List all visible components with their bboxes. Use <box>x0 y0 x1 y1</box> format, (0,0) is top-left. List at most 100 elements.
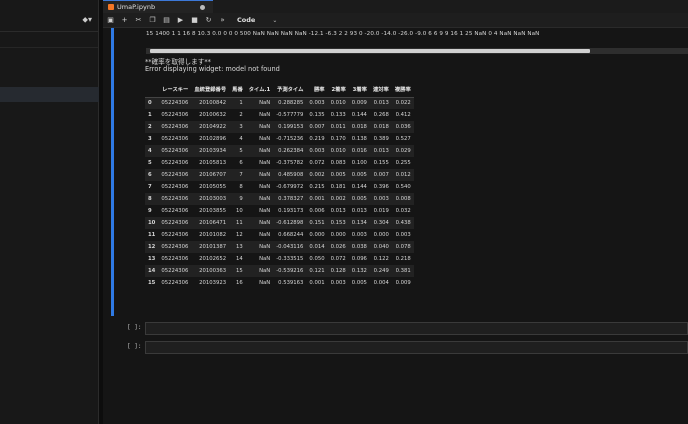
row-index: 12 <box>148 244 156 250</box>
cell-type-select[interactable]: Code <box>237 16 255 24</box>
table-cell: 20106707 <box>199 172 227 178</box>
table-cell: 0.144 <box>351 184 367 190</box>
table-cell: 20103934 <box>199 148 227 154</box>
column-header: 3着率 <box>348 81 370 98</box>
code-input[interactable] <box>145 322 688 335</box>
table-cell: 0.006 <box>309 208 325 214</box>
table-cell: 0.038 <box>351 244 367 250</box>
table-cell: 15 <box>236 268 243 274</box>
table-cell: 20102652 <box>199 256 227 262</box>
table-cell: -0.333515 <box>276 256 304 262</box>
row-index: 5 <box>148 160 152 166</box>
save-icon[interactable]: ▣ <box>107 16 114 24</box>
table-cell: 0.018 <box>373 124 389 130</box>
table-cell: NaN <box>259 280 271 286</box>
horizontal-scrollbar[interactable] <box>146 48 688 54</box>
table-cell: 05224306 <box>161 196 189 202</box>
table-header-row: レースキー 血統登録番号 馬番 タイム.1 予測タイム 勝率 2着率 3着率 連対率 複勝率 <box>145 81 414 98</box>
side-panel-selected-row[interactable] <box>0 87 99 102</box>
table-cell: 0.288285 <box>278 100 304 107</box>
tag-icon[interactable]: ⬥▾ <box>82 15 92 25</box>
restart-icon[interactable]: ↻ <box>205 16 212 24</box>
table-cell: -0.715236 <box>276 136 304 142</box>
table-cell: 0.396 <box>373 184 389 190</box>
table-cell: 14 <box>236 256 243 262</box>
table-cell: 5 <box>239 148 243 154</box>
paste-icon[interactable]: ▤ <box>163 16 170 24</box>
table-cell: NaN <box>259 172 271 178</box>
table-cell: 0.255 <box>395 160 411 166</box>
table-cell: 0.009 <box>395 280 411 286</box>
unsaved-dot-icon[interactable] <box>200 5 205 10</box>
table-cell: 0.181 <box>330 184 346 190</box>
table-cell: 2 <box>239 112 243 118</box>
table-cell: 05224306 <box>161 136 189 142</box>
table-cell: 0.013 <box>351 208 367 214</box>
table-cell: 0.218 <box>395 256 411 262</box>
table-cell: 0.096 <box>351 256 367 262</box>
table-cell: 0.540 <box>395 184 411 190</box>
table-cell: 0.135 <box>309 112 325 118</box>
table-cell: 05224306 <box>161 172 189 178</box>
fast-forward-icon[interactable]: » <box>219 16 226 24</box>
table-cell: 05224306 <box>161 244 189 250</box>
table-cell: -0.612898 <box>276 220 304 226</box>
table-cell: 0.133 <box>330 112 346 118</box>
empty-code-cell[interactable]: [ ]: <box>121 322 688 335</box>
table-cell: 05224306 <box>161 100 189 107</box>
run-icon[interactable]: ▶ <box>177 16 184 24</box>
table-cell: 0.003 <box>351 232 367 238</box>
stop-icon[interactable]: ■ <box>191 16 198 24</box>
table-cell: 0.083 <box>330 160 346 166</box>
add-icon[interactable]: + <box>121 16 128 24</box>
table-cell: 8 <box>239 184 243 190</box>
table-cell: 0.009 <box>351 100 367 107</box>
table-cell: 0.026 <box>330 244 346 250</box>
table-cell: -0.577779 <box>276 112 304 118</box>
dataframe-table: レースキー 血統登録番号 馬番 タイム.1 予測タイム 勝率 2着率 3着率 連対率 複勝率 0 0… <box>145 81 414 289</box>
table-cell: 0.013 <box>373 100 389 107</box>
table-cell: 0.219 <box>309 136 325 142</box>
table-cell: 0.199153 <box>278 124 304 130</box>
table-cell: 05224306 <box>161 112 189 118</box>
table-cell: 0.029 <box>395 148 411 154</box>
table-cell: 0.000 <box>309 232 325 238</box>
table-cell: 0.485908 <box>278 172 304 178</box>
notebook-editor: UmaP.ipynb ▣ + ✂ ❐ ▤ ▶ ■ ↻ » Code ⌄ 15 1… <box>103 0 688 424</box>
column-header: 予測タイム <box>273 81 307 98</box>
notebook-icon <box>108 4 114 10</box>
table-cell: NaN <box>259 244 271 250</box>
row-index: 8 <box>148 196 152 202</box>
table-cell: 13 <box>236 244 243 250</box>
active-cell-indicator[interactable] <box>111 28 114 316</box>
row-index: 0 <box>148 100 152 107</box>
table-cell: 05224306 <box>161 268 189 274</box>
table-cell: 9 <box>239 196 243 202</box>
table-cell: 05224306 <box>161 124 189 130</box>
table-cell: 0.005 <box>351 196 367 202</box>
table-cell: 0.262384 <box>278 148 304 154</box>
table-cell: 0.539163 <box>278 280 304 286</box>
table-cell: NaN <box>259 184 271 190</box>
table-row: 11 05224306 20101082 12 NaN 0.668244 0.000 0.00… <box>145 229 414 241</box>
table-row: 6 05224306 20106707 7 NaN 0.485908 0.002 0.005 0… <box>145 169 414 181</box>
scrollbar-thumb[interactable] <box>150 49 590 53</box>
table-cell: 20103855 <box>199 208 227 214</box>
table-cell: 10 <box>236 208 243 214</box>
table-cell: 20100632 <box>199 112 227 118</box>
table-row: 12 05224306 20101387 13 NaN -0.043116 0.014 0.0… <box>145 241 414 253</box>
code-input[interactable] <box>145 341 688 354</box>
cut-icon[interactable]: ✂ <box>135 16 142 24</box>
table-cell: 0.012 <box>395 172 411 178</box>
side-panel-row <box>0 32 98 48</box>
table-cell: 05224306 <box>161 160 189 166</box>
chevron-down-icon[interactable]: ⌄ <box>272 17 277 24</box>
table-cell: 0.668244 <box>278 232 304 238</box>
table-row: 14 05224306 20100363 15 NaN -0.539216 0.121 0.1… <box>145 265 414 277</box>
copy-icon[interactable]: ❐ <box>149 16 156 24</box>
table-cell: 0.003 <box>373 196 389 202</box>
tab-title: UmaP.ipynb <box>117 3 156 11</box>
table-cell: 20100842 <box>199 100 227 107</box>
empty-code-cell[interactable]: [ ]: <box>121 341 688 354</box>
tab-umap-notebook[interactable]: UmaP.ipynb <box>103 0 213 13</box>
